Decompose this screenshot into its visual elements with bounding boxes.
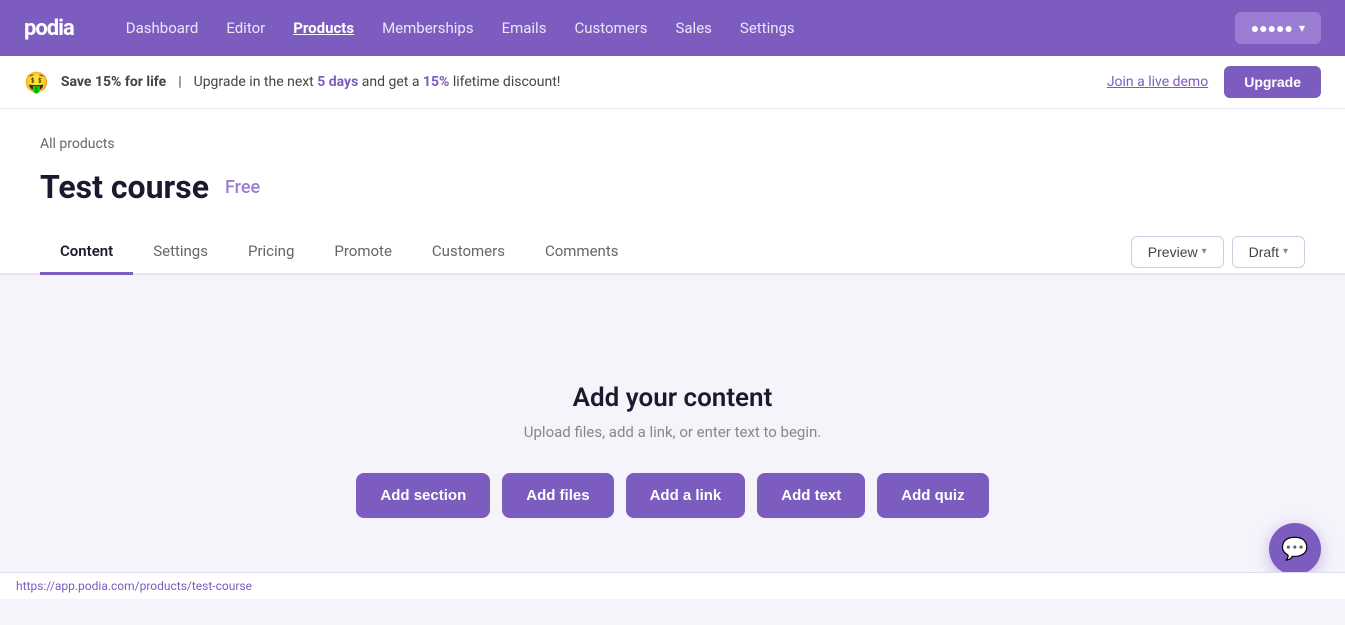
tab-customers[interactable]: Customers <box>412 230 525 275</box>
promo-emoji: 🤑 <box>24 70 49 94</box>
add-section-button[interactable]: Add section <box>356 473 490 518</box>
page-title: Test course <box>40 168 209 206</box>
brand-logo[interactable]: podia <box>24 16 74 41</box>
chat-icon: 💬 <box>1281 537 1308 562</box>
tab-comments[interactable]: Comments <box>525 230 639 275</box>
draft-button[interactable]: Draft <box>1232 236 1305 268</box>
nav-emails[interactable]: Emails <box>490 13 559 43</box>
promo-separator: | <box>178 74 181 90</box>
main-container: All products Test course Free Content Se… <box>0 109 1345 625</box>
nav-settings[interactable]: Settings <box>728 13 807 43</box>
nav-products[interactable]: Products <box>281 13 366 43</box>
breadcrumb-area: All products <box>0 109 1345 160</box>
promo-discount: 15% <box>423 74 449 90</box>
promo-days: 5 days <box>317 74 358 90</box>
promo-upgrade-button[interactable]: Upgrade <box>1224 66 1321 98</box>
promo-middle-text2: and get a <box>362 74 420 90</box>
status-bar: https://app.podia.com/products/test-cour… <box>0 572 1345 599</box>
add-content-buttons: Add section Add files Add a link Add tex… <box>356 473 988 518</box>
nav-dashboard[interactable]: Dashboard <box>114 13 211 43</box>
add-content-heading: Add your content <box>573 383 773 413</box>
preview-button[interactable]: Preview <box>1131 236 1224 268</box>
tab-pricing[interactable]: Pricing <box>228 230 314 275</box>
navbar: podia Dashboard Editor Products Membersh… <box>0 0 1345 56</box>
promo-banner: 🤑 Save 15% for life | Upgrade in the nex… <box>0 56 1345 109</box>
promo-middle-text: Upgrade in the next <box>194 74 314 90</box>
tabs-bar: Content Settings Pricing Promote Custome… <box>0 230 1345 275</box>
tabs-left: Content Settings Pricing Promote Custome… <box>40 230 638 273</box>
add-text-button[interactable]: Add text <box>757 473 865 518</box>
page-title-area: Test course Free <box>0 160 1345 230</box>
chat-bubble[interactable]: 💬 <box>1269 523 1321 575</box>
nav-links: Dashboard Editor Products Memberships Em… <box>114 13 1227 43</box>
add-quiz-button[interactable]: Add quiz <box>877 473 988 518</box>
tab-promote[interactable]: Promote <box>314 230 412 275</box>
promo-actions: Join a live demo Upgrade <box>1107 66 1321 98</box>
add-files-button[interactable]: Add files <box>502 473 613 518</box>
add-content-subtext: Upload files, add a link, or enter text … <box>524 423 821 441</box>
user-menu-button[interactable]: ●●●●● <box>1235 12 1321 44</box>
tab-settings[interactable]: Settings <box>133 230 228 275</box>
status-url: https://app.podia.com/products/test-cour… <box>16 579 252 593</box>
breadcrumb[interactable]: All products <box>40 136 115 152</box>
free-badge: Free <box>225 177 260 198</box>
promo-bold-text: Save 15% for life <box>61 74 166 90</box>
tabs-right: Preview Draft <box>1131 236 1305 268</box>
add-link-button[interactable]: Add a link <box>626 473 746 518</box>
promo-demo-link[interactable]: Join a live demo <box>1107 74 1208 90</box>
nav-memberships[interactable]: Memberships <box>370 13 485 43</box>
promo-end-text: lifetime discount! <box>453 74 561 90</box>
promo-middle: Upgrade in the next 5 days and get a 15%… <box>194 74 561 90</box>
nav-customers[interactable]: Customers <box>562 13 659 43</box>
tab-content[interactable]: Content <box>40 230 133 275</box>
nav-sales[interactable]: Sales <box>663 13 723 43</box>
nav-editor[interactable]: Editor <box>214 13 277 43</box>
